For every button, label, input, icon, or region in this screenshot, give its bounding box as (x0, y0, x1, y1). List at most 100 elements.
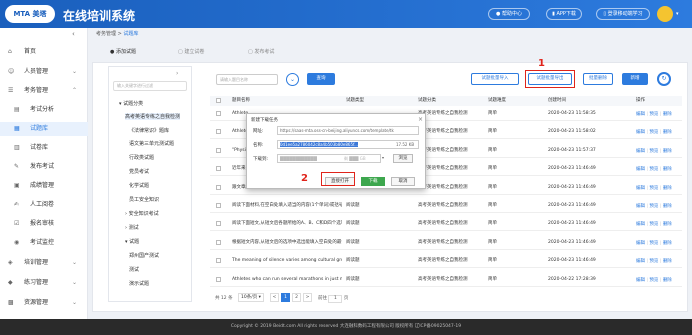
tree-node[interactable]: 行政类试题 (129, 154, 154, 161)
tree-node[interactable]: 高考英语专练之自我检测 (125, 113, 181, 120)
sidebar-item-14[interactable]: ▩ 资源管理 ⌄ (0, 296, 88, 310)
sidebar-item-5[interactable]: ▦ 试题库 (0, 122, 88, 136)
step-add-question[interactable]: ● 添加试题 (110, 48, 136, 55)
sidebar-item-2[interactable]: ☺ 人员管理 ⌄ (0, 65, 88, 79)
save-path-field[interactable]: ████████████ 剩 ███ GB (277, 154, 381, 163)
help-center-button[interactable]: ● 帮助中心 (488, 8, 530, 20)
table-row[interactable]: 根据短文内容,从短文后的选项中选出能填入空白处的最佳 阅读题 高考英语专练之自我检测… (210, 237, 682, 250)
user-avatar[interactable] (657, 6, 673, 22)
step-publish-exam[interactable]: ▢ 发布考试 (248, 48, 274, 55)
tree-node[interactable]: › 安全知识考试 (125, 210, 159, 217)
tree-node[interactable]: ▾ 试题 (125, 238, 139, 245)
edit-link[interactable]: 编辑 (636, 112, 645, 117)
preview-link[interactable]: 预览 (649, 167, 658, 172)
tree-node[interactable]: 演示试题 (129, 280, 149, 287)
tree-node[interactable]: 化学试题 (129, 182, 149, 189)
preview-link[interactable]: 预览 (649, 149, 658, 154)
row-checkbox[interactable] (216, 166, 221, 172)
step-build-paper[interactable]: ▢ 建立试卷 (178, 48, 204, 55)
delete-link[interactable]: 删除 (663, 204, 672, 209)
chevron-down-icon[interactable]: ▾ (676, 11, 679, 17)
sidebar-item-13[interactable]: ◆ 练习管理 ⌄ (0, 276, 88, 290)
sidebar-item-3[interactable]: ☰ 考务管理 ⌃ (0, 84, 88, 98)
select-all-checkbox[interactable] (216, 98, 221, 103)
table-row[interactable]: 阅读下面材料,在空白处填入适当的内容(1个单词)或括号 阅读题 高考英语专练之自我检… (210, 200, 682, 213)
delete-link[interactable]: 删除 (663, 259, 672, 264)
sidebar-item-12[interactable]: ◈ 培训管理 ⌄ (0, 256, 88, 270)
delete-link[interactable]: 删除 (663, 222, 672, 227)
close-icon[interactable]: × (418, 116, 423, 123)
sidebar-item-11[interactable]: ◉ 考试监控 (0, 236, 88, 250)
tree-node[interactable]: 郑州国产测试 (129, 252, 159, 259)
table-row[interactable]: 阅读下面短文,从短文后各题所给的A、B、C和D四个选项中 阅读题 高考英语专练之自我… (210, 218, 682, 232)
filename-field[interactable]: 0d1ee5a2786042c8a4b503b80e865f... 17.52 … (277, 140, 419, 149)
tree-node[interactable]: ▾ 试题分类 (119, 100, 143, 107)
preview-link[interactable]: 预览 (649, 278, 658, 283)
sidebar-item-8[interactable]: ▣ 成绩管理 (0, 179, 88, 193)
delete-link[interactable]: 删除 (663, 278, 672, 283)
app-download-button[interactable]: ▮ APP下载 (546, 8, 582, 20)
delete-link[interactable]: 删除 (663, 241, 672, 246)
preview-link[interactable]: 预览 (649, 130, 658, 135)
edit-link[interactable]: 编辑 (636, 149, 645, 154)
row-checkbox[interactable] (216, 203, 221, 208)
tree-filter-input[interactable]: 输入关键字进行过滤 (113, 81, 187, 91)
sidebar-item-6[interactable]: ▥ 试卷库 (0, 141, 88, 155)
url-field[interactable]: https://saas-mta.oss-cn-beijing.aliyuncs… (277, 126, 419, 135)
cancel-button[interactable]: 取消 (391, 177, 415, 186)
expand-filter-icon[interactable]: ⌄ (286, 73, 299, 86)
edit-link[interactable]: 编辑 (636, 278, 645, 283)
preview-link[interactable]: 预览 (649, 112, 658, 117)
tree-node[interactable]: 《法律常识》题库 (129, 127, 169, 134)
delete-link[interactable]: 删除 (663, 186, 672, 191)
tree-node[interactable]: 语文第三单元测试题 (129, 140, 174, 147)
delete-link[interactable]: 删除 (663, 167, 672, 172)
page-1-button[interactable]: 1 (281, 293, 290, 302)
preview-link[interactable]: 预览 (649, 259, 658, 264)
search-button[interactable]: 查询 (307, 73, 335, 85)
row-checkbox[interactable] (216, 221, 221, 227)
row-checkbox[interactable] (216, 239, 221, 245)
goto-page-input[interactable]: 1 (328, 295, 343, 303)
sidebar-item-1[interactable]: ⌂ 首页 (0, 45, 88, 59)
mobile-login-button[interactable]: ▯ 登录移动端学习 (596, 8, 650, 20)
row-checkbox[interactable] (216, 276, 221, 282)
breadcrumb-parent[interactable]: 考务管理 (96, 31, 116, 37)
preview-link[interactable]: 预览 (649, 222, 658, 227)
edit-link[interactable]: 编辑 (636, 241, 645, 246)
preview-link[interactable]: 预览 (649, 204, 658, 209)
download-button[interactable]: 下载 (361, 177, 385, 186)
collapse-icon[interactable]: ‹ (72, 30, 75, 38)
tree-node[interactable]: 测试 (129, 266, 139, 273)
tree-collapse-icon[interactable]: › (176, 70, 178, 77)
delete-link[interactable]: 删除 (663, 149, 672, 154)
row-checkbox[interactable] (216, 258, 221, 264)
edit-link[interactable]: 编辑 (636, 130, 645, 135)
edit-link[interactable]: 编辑 (636, 259, 645, 264)
tree-node[interactable]: › 测试 (125, 224, 139, 231)
sidebar-item-7[interactable]: ✎ 发布考试 (0, 160, 88, 174)
sidebar-item-4[interactable]: ▤ 考试分析 (0, 103, 88, 117)
edit-link[interactable]: 编辑 (636, 222, 645, 227)
tree-node[interactable]: 党员考试 (129, 168, 149, 175)
row-checkbox[interactable] (216, 111, 221, 116)
sidebar-item-9[interactable]: ✍ 人工阅卷 (0, 198, 88, 212)
row-checkbox[interactable] (216, 129, 221, 135)
preview-link[interactable]: 预览 (649, 186, 658, 191)
tree-node[interactable]: 员工安全知识 (129, 196, 159, 203)
dropdown-icon[interactable]: ▾ (382, 155, 384, 160)
browse-button[interactable]: 浏览 (393, 154, 413, 163)
table-row[interactable]: Athletes who can run several marathons i… (210, 274, 682, 287)
preview-link[interactable]: 预览 (649, 241, 658, 246)
add-question-button[interactable]: 新增 (622, 73, 648, 85)
page-2-button[interactable]: 2 (292, 293, 301, 302)
batch-import-button[interactable]: 试题批量导入 (471, 73, 519, 85)
batch-delete-button[interactable]: 批量删除 (583, 73, 613, 85)
sidebar-item-10[interactable]: ☑ 报名审核 (0, 217, 88, 231)
next-page-button[interactable]: > (303, 293, 312, 302)
row-checkbox[interactable] (216, 184, 221, 190)
edit-link[interactable]: 编辑 (636, 186, 645, 191)
edit-link[interactable]: 编辑 (636, 204, 645, 209)
row-checkbox[interactable] (216, 147, 221, 153)
question-name-input[interactable]: 请输入题目名称 (216, 74, 278, 85)
